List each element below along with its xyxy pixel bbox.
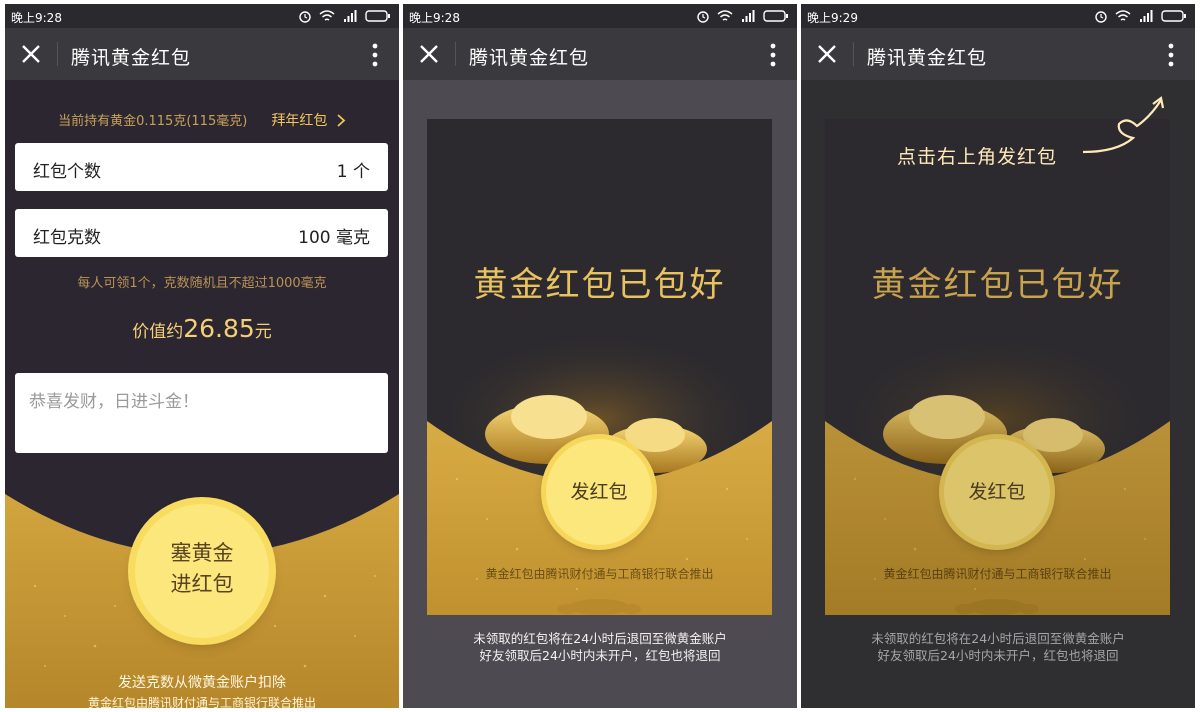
app-bar-divider [57, 42, 58, 66]
partner-note: 黄金红包由腾讯财付通与工商银行联合推出 [883, 567, 1112, 581]
packet-count-label: 红包个数 [33, 162, 101, 182]
packet-grams-label: 红包克数 [33, 228, 101, 248]
wifi-icon [319, 10, 335, 21]
battery-icon [763, 10, 788, 22]
close-icon[interactable] [419, 44, 439, 64]
refund-note-line2: 好友领取后24小时内未开户，红包也将退回 [479, 648, 721, 663]
chevron-right-icon [337, 114, 346, 127]
more-options-icon[interactable] [763, 42, 783, 68]
blessing-message-input[interactable]: 恭喜发财，日进斗金！ [15, 373, 388, 453]
status-time: 晚上9:28 [409, 11, 460, 25]
signal-icon [742, 10, 755, 22]
send-hint-text: 点击右上角发红包 [897, 146, 1058, 168]
worth-unit: 元 [254, 322, 272, 342]
refund-note-line2: 好友领取后24小时内未开户，红包也将退回 [877, 648, 1119, 663]
status-bar: 晚上9:28 [403, 4, 797, 28]
alarm-icon [298, 11, 311, 23]
packet-ready-headline: 黄金红包已包好 [871, 265, 1124, 305]
refund-note-line1: 未领取的红包将在24小时后退回至微黄金账户 [473, 631, 727, 646]
worth-prefix: 价值约 [132, 322, 184, 342]
battery-icon [1161, 10, 1186, 22]
refund-notes: 未领取的红包将在24小时后退回至微黄金账户 好友领取后24小时内未开户，红包也将… [403, 630, 797, 664]
deduct-note: 发送克数从微黄金账户扣除 [118, 675, 286, 691]
gold-holding-text: 当前持有黄金0.115克(115毫克) [58, 114, 248, 129]
status-bar: 晚上9:29 [801, 4, 1195, 28]
alarm-icon [1094, 11, 1107, 23]
close-icon[interactable] [817, 44, 837, 64]
close-icon[interactable] [21, 44, 41, 64]
wifi-icon [1115, 10, 1131, 21]
packet-grams-field[interactable]: 红包克数 100 毫克 [15, 209, 388, 257]
packet-ready-headline: 黄金红包已包好 [473, 265, 726, 305]
battery-icon [365, 10, 390, 22]
signal-icon [344, 10, 357, 22]
status-bar: 晚上9:28 [5, 4, 399, 28]
blessing-message-placeholder: 恭喜发财，日进斗金！ [29, 392, 199, 412]
page-title: 腾讯黄金红包 [867, 47, 988, 69]
new-year-packet-label: 拜年红包 [271, 113, 328, 129]
worth-value: 26.85 [183, 314, 255, 343]
app-bar: 腾讯黄金红包 [403, 28, 797, 80]
screen-compose-red-packet: 晚上9:28 腾讯黄金红包 当前持有黄金0.115克(115毫克) 拜年红包 红… [5, 4, 399, 708]
packet-count-field[interactable]: 红包个数 1 个 [15, 143, 388, 191]
packet-count-value[interactable]: 1 个 [337, 157, 370, 182]
page-title: 腾讯黄金红包 [71, 47, 192, 69]
gold-red-packet-card: 黄金红包已包好 发红包 黄金红包由腾讯财付通与工商银行联合推出 [427, 119, 772, 615]
screen-send-hint: 晚上9:29 腾讯黄金红包 黄金红包已包好 发红包 黄金红包由腾讯财付通与工商银… [801, 4, 1195, 708]
app-bar: 腾讯黄金红包 [5, 28, 399, 80]
app-bar-divider [455, 42, 456, 66]
alarm-icon [696, 11, 709, 23]
status-time: 晚上9:28 [11, 11, 62, 25]
new-year-packet-link[interactable]: 拜年红包 [271, 113, 346, 129]
refund-note-line1: 未领取的红包将在24小时后退回至微黄金账户 [871, 631, 1125, 646]
packet-grams-value[interactable]: 100 毫克 [298, 223, 370, 248]
packet-rule-text: 每人可领1个，克数随机且不超过1000毫克 [77, 276, 327, 291]
status-time: 晚上9:29 [807, 11, 858, 25]
hint-arrow-icon [1082, 96, 1165, 154]
more-options-icon[interactable] [1161, 42, 1181, 68]
partner-note: 黄金红包由腾讯财付通与工商银行联合推出 [87, 696, 316, 708]
gold-holding-info: 当前持有黄金0.115克(115毫克) 拜年红包 [5, 110, 399, 130]
packet-worth: 价值约26.85元 [5, 314, 399, 343]
stuff-gold-button[interactable]: 塞黄金 进红包 [135, 504, 269, 638]
stuff-gold-line2: 进红包 [170, 572, 234, 596]
app-bar-divider [853, 42, 854, 66]
partner-note: 黄金红包由腾讯财付通与工商银行联合推出 [485, 567, 714, 581]
wifi-icon [717, 10, 733, 21]
page-title: 腾讯黄金红包 [469, 47, 590, 69]
screen-packet-ready: 晚上9:28 腾讯黄金红包 黄金红包已包好 发红包 黄金红包由腾讯财付通与工商银… [403, 4, 797, 708]
send-packet-button[interactable]: 发红包 [546, 439, 652, 545]
send-packet-button[interactable]: 发红包 [944, 439, 1050, 545]
gold-red-packet-card: 黄金红包已包好 发红包 黄金红包由腾讯财付通与工商银行联合推出 [825, 119, 1170, 615]
stuff-gold-line1: 塞黄金 [170, 541, 234, 565]
app-bar: 腾讯黄金红包 [801, 28, 1195, 80]
refund-notes: 未领取的红包将在24小时后退回至微黄金账户 好友领取后24小时内未开户，红包也将… [801, 630, 1195, 664]
signal-icon [1140, 10, 1153, 22]
more-options-icon[interactable] [365, 42, 385, 68]
